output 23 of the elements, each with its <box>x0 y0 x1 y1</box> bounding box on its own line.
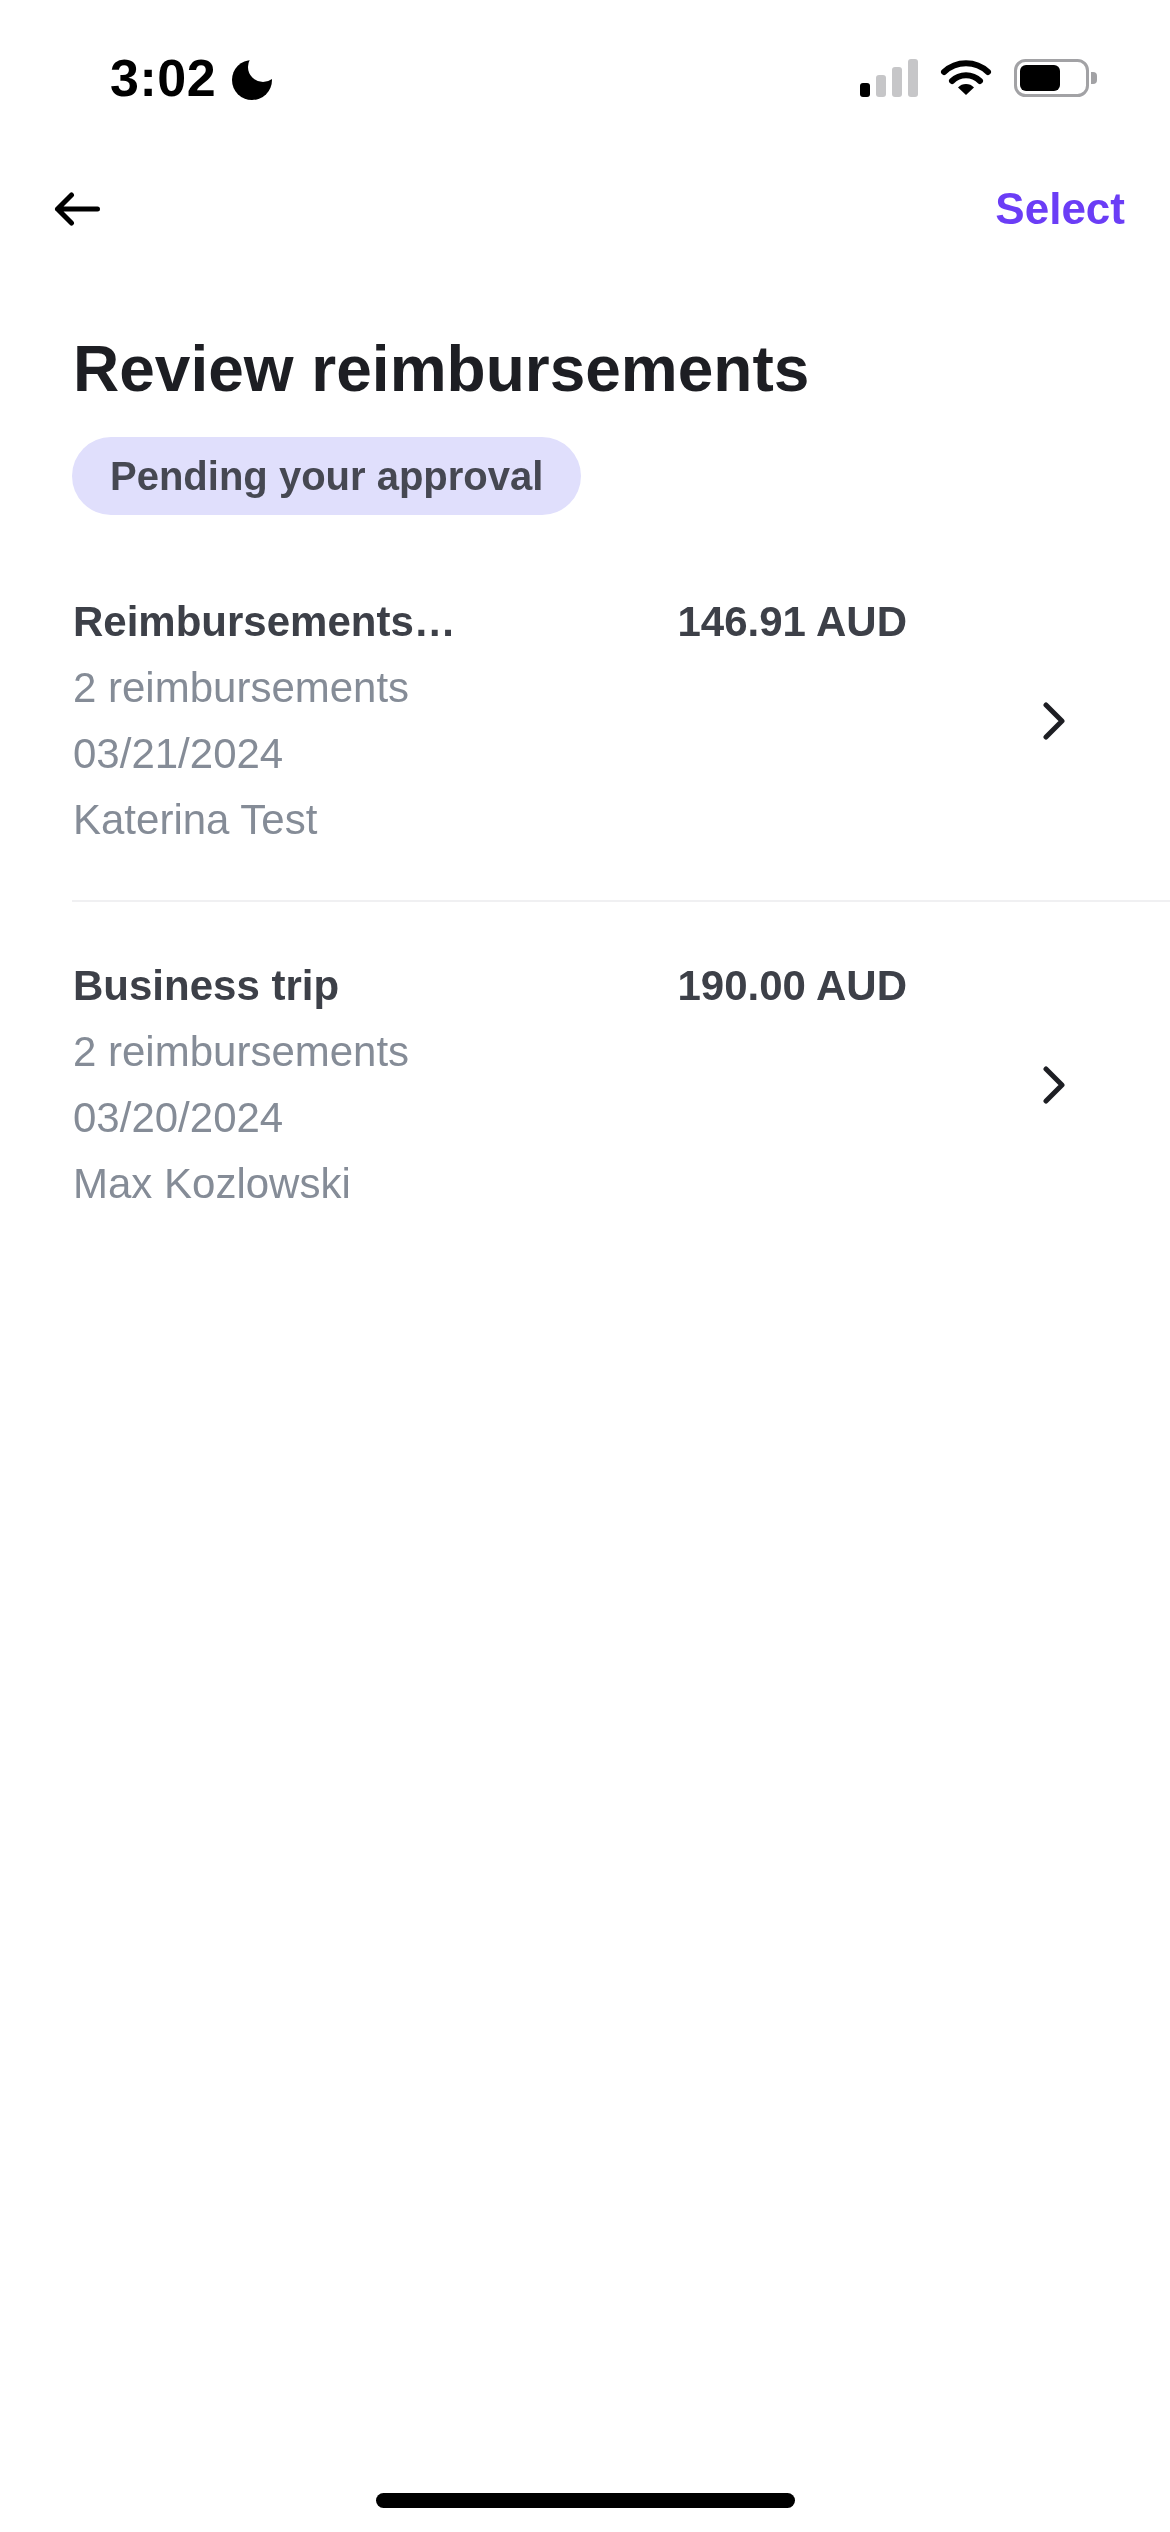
reimbursement-count: 2 reimbursements <box>73 663 411 713</box>
battery-icon <box>1014 59 1097 97</box>
reimbursement-count: 2 reimbursements <box>73 1027 410 1077</box>
report-title: Reimbursements… <box>73 597 456 647</box>
status-time: 3:02 <box>110 52 217 104</box>
submitter-name: Katerina Test <box>73 795 319 845</box>
submitter-name: Max Kozlowski <box>73 1159 352 1209</box>
report-amount: 190.00 AUD <box>677 961 907 1011</box>
back-arrow-icon <box>54 192 100 226</box>
moon-icon <box>232 60 273 100</box>
signal-icon <box>860 59 918 97</box>
select-button[interactable]: Select <box>995 180 1125 238</box>
reimbursement-row[interactable]: Reimbursements… 2 reimbursements 03/21/2024 Katerina Test 146.91 AUD <box>0 538 1170 900</box>
status-filter-chip[interactable]: Pending your approval <box>72 437 582 515</box>
report-date: 03/21/2024 <box>73 729 285 779</box>
reimbursement-row[interactable]: Business trip 2 reimbursements 03/20/2024 Max Kozlowski 190.00 AUD <box>0 902 1170 1264</box>
chevron-right-icon <box>1043 702 1065 740</box>
chevron-right-icon <box>1043 1066 1065 1104</box>
page-title: Review reimbursements <box>73 332 811 407</box>
report-amount: 146.91 AUD <box>677 597 907 647</box>
wifi-icon <box>940 60 992 96</box>
report-date: 03/20/2024 <box>73 1093 285 1143</box>
report-title: Business trip <box>73 961 341 1011</box>
